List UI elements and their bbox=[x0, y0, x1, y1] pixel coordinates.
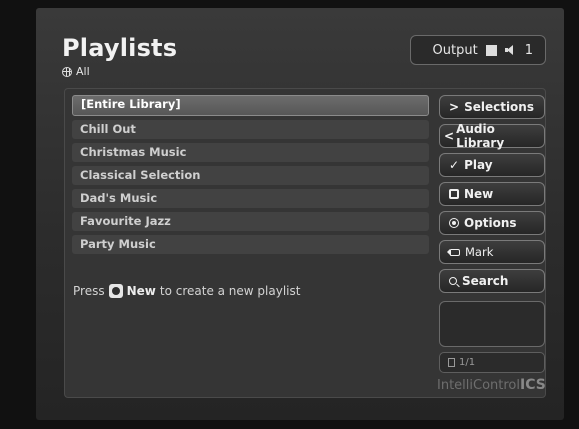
new-label: New bbox=[464, 187, 494, 201]
list-item[interactable]: [Entire Library] bbox=[72, 95, 429, 116]
new-button[interactable]: New bbox=[439, 182, 545, 206]
list-item[interactable]: Favourite Jazz bbox=[72, 212, 429, 231]
list-item[interactable]: Chill Out bbox=[72, 120, 429, 139]
hint-suffix: to create a new playlist bbox=[159, 284, 301, 298]
audio-library-button[interactable]: < Audio Library bbox=[439, 122, 545, 150]
options-label: Options bbox=[464, 216, 517, 230]
chevron-left-icon: < bbox=[444, 129, 455, 143]
action-buttons: > Selections < Audio Library ✓ Play New … bbox=[439, 95, 545, 298]
page-label: 1/1 bbox=[459, 357, 476, 368]
brand-name: IntelliControl bbox=[437, 378, 520, 393]
play-button[interactable]: ✓ Play bbox=[439, 153, 545, 177]
options-button[interactable]: Options bbox=[439, 211, 545, 235]
mark-label: Mark bbox=[465, 245, 494, 259]
list-item[interactable]: Classical Selection bbox=[72, 166, 429, 185]
new-icon bbox=[449, 189, 459, 199]
list-item[interactable]: Dad's Music bbox=[72, 189, 429, 208]
output-selector[interactable]: Output 1 bbox=[410, 35, 546, 65]
playlists-screen: Playlists All Output 1 [Entire Library] … bbox=[36, 8, 564, 420]
filter-subtitle: All bbox=[62, 65, 90, 78]
list-item[interactable]: Christmas Music bbox=[72, 143, 429, 162]
output-number: 1 bbox=[524, 42, 533, 58]
list-item[interactable]: Party Music bbox=[72, 235, 429, 254]
checkmark-icon: ✓ bbox=[449, 158, 460, 172]
globe-icon bbox=[62, 66, 72, 77]
speaker-icon bbox=[504, 44, 517, 56]
page-indicator: 1/1 bbox=[439, 352, 545, 373]
audio-library-label: Audio Library bbox=[456, 122, 505, 150]
new-playlist-hint: Press New to create a new playlist bbox=[73, 284, 300, 298]
chevron-right-icon: > bbox=[449, 100, 460, 114]
brand-logo: IntelliControlICS bbox=[437, 377, 546, 393]
filter-label: All bbox=[76, 65, 90, 78]
search-button[interactable]: Search bbox=[439, 269, 545, 293]
empty-info-box bbox=[439, 301, 545, 347]
brand-suffix: ICS bbox=[520, 377, 546, 393]
playlist-list: [Entire Library] Chill Out Christmas Mus… bbox=[72, 95, 429, 258]
selections-button[interactable]: > Selections bbox=[439, 95, 545, 119]
play-label: Play bbox=[464, 158, 493, 172]
mark-button[interactable]: Mark bbox=[439, 240, 545, 264]
output-label: Output bbox=[432, 42, 478, 58]
stop-icon bbox=[485, 44, 497, 56]
new-key-icon bbox=[108, 284, 123, 298]
hint-key: New bbox=[126, 284, 156, 298]
options-icon bbox=[449, 218, 459, 228]
page-icon bbox=[448, 358, 455, 367]
main-panel: [Entire Library] Chill Out Christmas Mus… bbox=[64, 88, 546, 398]
search-icon bbox=[449, 277, 457, 285]
search-label: Search bbox=[462, 274, 509, 288]
page-title: Playlists bbox=[62, 34, 178, 62]
tag-icon bbox=[447, 248, 460, 256]
hint-prefix: Press bbox=[73, 284, 105, 298]
selections-label: Selections bbox=[464, 100, 534, 114]
